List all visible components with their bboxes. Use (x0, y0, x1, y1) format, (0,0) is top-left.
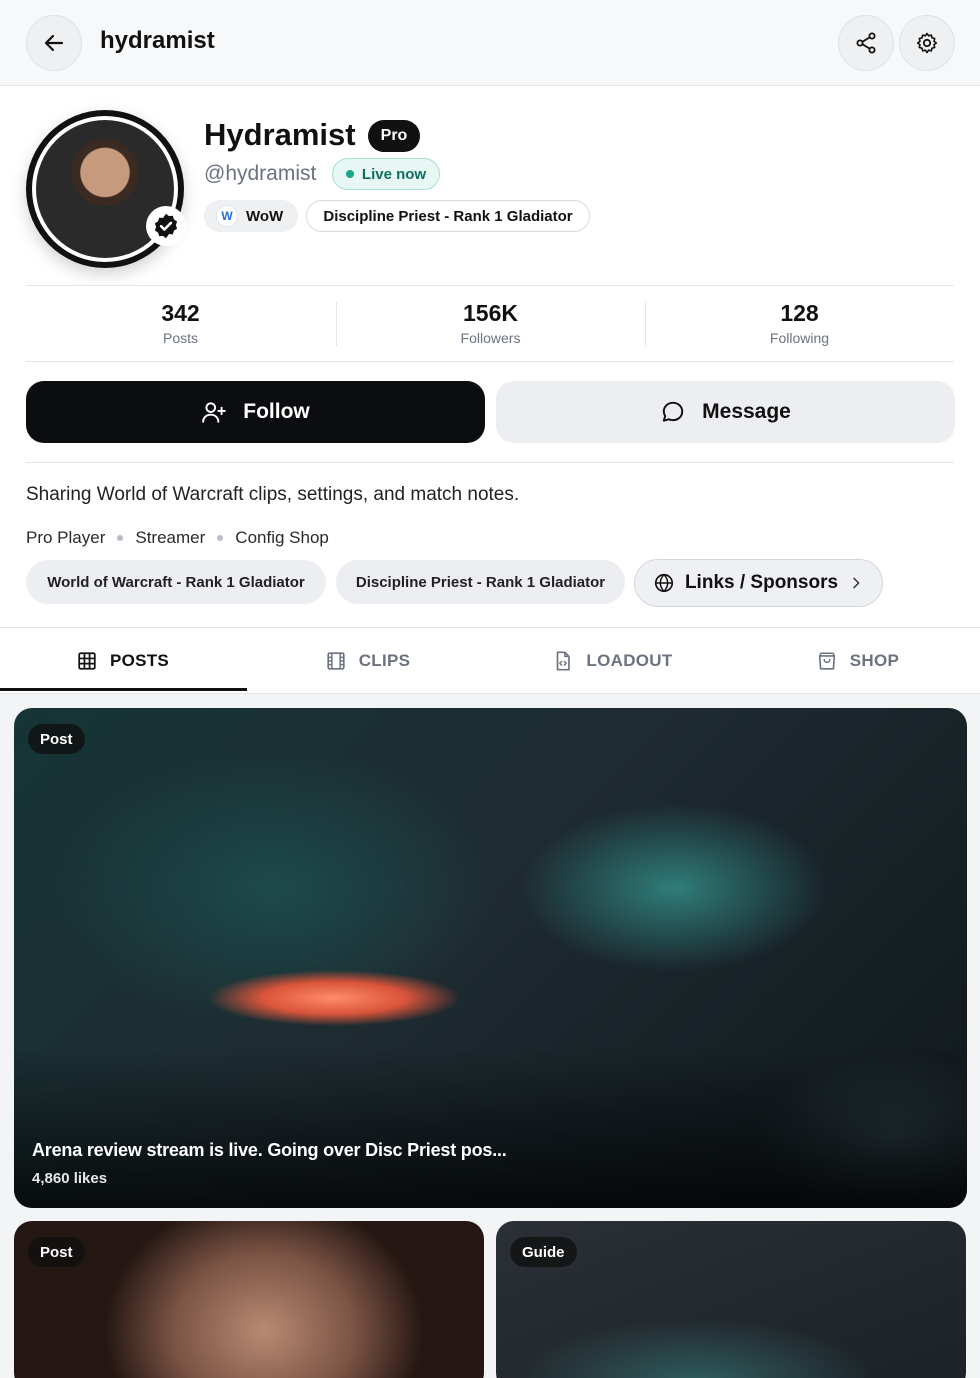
divider (26, 462, 954, 463)
divider (26, 285, 954, 286)
post-type-badge: Post (28, 1237, 85, 1267)
tag-chip[interactable]: Discipline Priest - Rank 1 Gladiator (336, 560, 625, 604)
role-item: Streamer (135, 528, 206, 547)
live-status-label: Live now (361, 165, 427, 183)
live-status-badge[interactable]: Live now (332, 158, 440, 190)
tag-chip[interactable]: World of Warcraft - Rank 1 Gladiator (26, 560, 326, 604)
display-name: Hydramist (204, 117, 356, 152)
game-chip[interactable]: W WoW (204, 200, 298, 232)
page-title: hydramist (100, 27, 215, 54)
tab-posts[interactable]: POSTS (0, 628, 245, 694)
role-item: Pro Player (26, 528, 106, 547)
chevron-right-icon (853, 577, 860, 589)
film-icon (327, 652, 345, 670)
post-type-badge: Post (28, 724, 85, 754)
verified-check-icon (154, 213, 178, 239)
divider (26, 361, 954, 362)
stat-followers[interactable]: 156K Followers (336, 300, 645, 346)
active-tab-indicator (0, 688, 247, 691)
stat-value: 342 (161, 300, 200, 326)
stat-following[interactable]: 128 Following (645, 300, 954, 346)
stat-value: 128 (780, 300, 819, 326)
chat-bubble-icon (662, 401, 684, 422)
tab-shop[interactable]: SHOP (735, 628, 980, 694)
settings-button[interactable] (899, 15, 955, 71)
tab-label: CLIPS (358, 651, 411, 670)
arrow-left-icon (44, 34, 64, 52)
message-button[interactable]: Message (496, 381, 955, 443)
tab-clips[interactable]: CLIPS (245, 628, 490, 694)
feed-card[interactable]: Post (14, 1221, 484, 1378)
post-likes: 4,860 likes (32, 1170, 108, 1187)
feed-card[interactable]: Guide (496, 1221, 966, 1378)
feed-card[interactable]: Post Arena review stream is live. Going … (14, 708, 967, 1208)
game-chip-label: WoW (246, 207, 284, 225)
handle: @hydramist (204, 162, 317, 185)
profile-tabs: POSTS CLIPS LOADOUT SHOP (0, 627, 980, 694)
follow-button[interactable]: Follow (26, 381, 485, 443)
share-button[interactable] (838, 15, 894, 71)
roles-list: Pro Player Streamer Config Shop (26, 528, 329, 548)
stat-label: Followers (460, 330, 521, 346)
dot-separator (217, 535, 224, 541)
bio-text: Sharing World of Warcraft clips, setting… (26, 484, 520, 505)
share-icon (856, 32, 876, 54)
globe-icon (654, 573, 674, 593)
pro-badge: Pro (368, 120, 420, 152)
tab-loadout[interactable]: LOADOUT (490, 628, 735, 694)
back-button[interactable] (26, 15, 82, 71)
tab-label: LOADOUT (586, 651, 673, 670)
stat-label: Posts (162, 330, 198, 346)
spec-chip-label: Discipline Priest - Rank 1 Gladiator (323, 207, 573, 225)
post-type-badge: Guide (510, 1237, 577, 1267)
stat-label: Following (769, 330, 830, 346)
file-code-icon (557, 651, 571, 671)
gear-icon (916, 32, 938, 54)
message-label: Message (702, 400, 791, 423)
follow-label: Follow (243, 400, 310, 423)
wow-logo-icon: W (216, 205, 238, 227)
role-item: Config Shop (235, 528, 329, 547)
stat-posts[interactable]: 342 Posts (26, 300, 335, 346)
dot-separator (117, 535, 124, 541)
stat-value: 156K (463, 300, 518, 326)
grid-icon (78, 652, 96, 670)
links-sponsors-button[interactable]: Links / Sponsors (634, 559, 883, 607)
tab-label: SHOP (849, 651, 900, 670)
post-caption: Arena review stream is live. Going over … (32, 1140, 507, 1160)
links-label: Links / Sponsors (684, 572, 839, 593)
verified-badge (146, 206, 186, 246)
spec-chip[interactable]: Discipline Priest - Rank 1 Gladiator (306, 200, 590, 232)
shopping-bag-icon (818, 652, 835, 670)
live-dot-icon (345, 170, 354, 178)
tab-label: POSTS (109, 651, 170, 670)
user-plus-icon (202, 402, 227, 423)
top-bar: hydramist (0, 0, 980, 86)
